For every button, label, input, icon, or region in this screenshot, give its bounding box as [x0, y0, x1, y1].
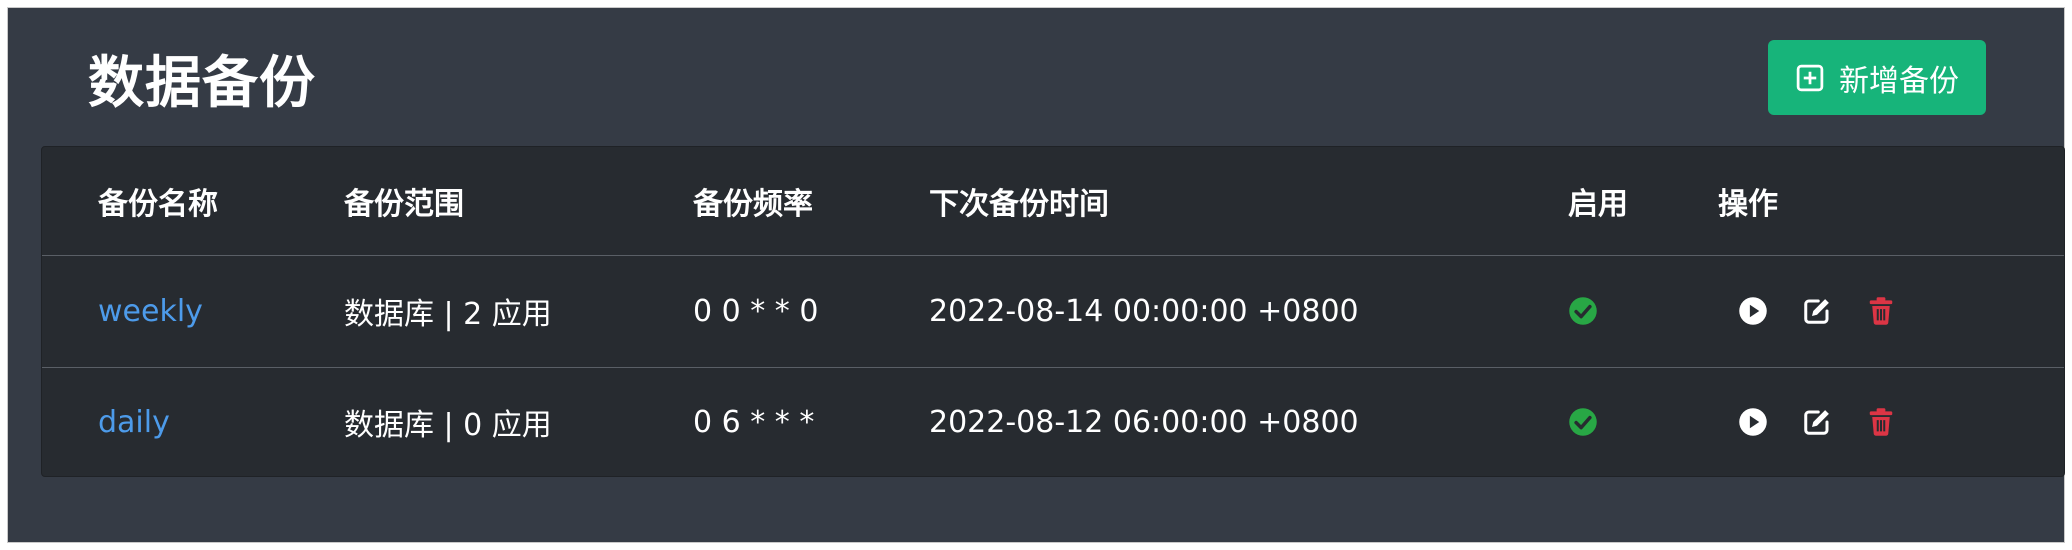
edit-icon: [1802, 296, 1832, 326]
trash-icon: [1866, 296, 1896, 326]
page-title: 数据备份: [88, 51, 316, 116]
backup-page: 数据备份 新增备份 备份名称 备份范围 备份频率 下次备份时间 启用 操作 we…: [8, 8, 2065, 542]
column-header-frequency: 备份频率: [693, 187, 813, 222]
column-header-actions: 操作: [1718, 187, 1778, 222]
backup-frequency: 0 0 * * 0: [693, 293, 819, 329]
next-backup-time: 2022-08-12 06:00:00 +0800: [929, 404, 1359, 440]
check-circle-icon: [1568, 296, 1598, 326]
delete-backup-button[interactable]: [1866, 407, 1896, 437]
edit-backup-button[interactable]: [1802, 407, 1832, 437]
table-header-row: 备份名称 备份范围 备份频率 下次备份时间 启用 操作: [42, 147, 2064, 256]
enabled-status: [1568, 255, 1598, 367]
run-backup-button[interactable]: [1738, 296, 1768, 326]
next-backup-time: 2022-08-14 00:00:00 +0800: [929, 293, 1359, 329]
play-circle-icon: [1738, 407, 1768, 437]
column-header-scope: 备份范围: [344, 187, 464, 222]
check-circle-icon: [1568, 407, 1598, 437]
add-backup-label: 新增备份: [1839, 63, 1959, 99]
backup-name-link[interactable]: weekly: [98, 294, 203, 329]
backup-frequency: 0 6 * * *: [693, 404, 815, 440]
column-header-enabled: 启用: [1568, 187, 1628, 222]
play-circle-icon: [1738, 296, 1768, 326]
backup-name-link[interactable]: daily: [98, 405, 170, 440]
delete-backup-button[interactable]: [1866, 296, 1896, 326]
backup-scope: 数据库 | 0 应用: [344, 408, 552, 443]
edit-icon: [1802, 407, 1832, 437]
page-header: 数据备份 新增备份: [8, 8, 2064, 148]
backup-table: 备份名称 备份范围 备份频率 下次备份时间 启用 操作 weekly 数据库 |…: [41, 146, 2065, 477]
backup-scope: 数据库 | 2 应用: [344, 297, 552, 332]
add-backup-button[interactable]: 新增备份: [1768, 40, 1986, 115]
column-header-name: 备份名称: [98, 187, 218, 222]
plus-square-icon: [1795, 63, 1825, 93]
run-backup-button[interactable]: [1738, 407, 1768, 437]
row-actions: [1718, 367, 1896, 477]
table-row: weekly 数据库 | 2 应用 0 0 * * 0 2022-08-14 0…: [42, 255, 2064, 368]
enabled-status: [1568, 367, 1598, 477]
column-header-next-time: 下次备份时间: [929, 187, 1109, 222]
trash-icon: [1866, 407, 1896, 437]
table-row: daily 数据库 | 0 应用 0 6 * * * 2022-08-12 06…: [42, 367, 2064, 477]
row-actions: [1718, 255, 1896, 367]
edit-backup-button[interactable]: [1802, 296, 1832, 326]
